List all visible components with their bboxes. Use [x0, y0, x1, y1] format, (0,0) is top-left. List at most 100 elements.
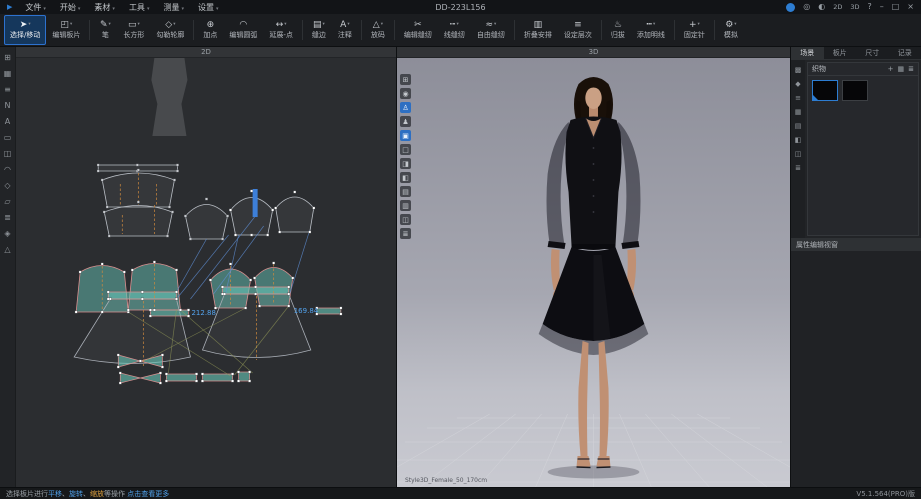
- menu-2[interactable]: 开始▾: [53, 2, 88, 13]
- 3d-viewport[interactable]: ⊞ ◉ ♙ ♟ ▣ □ ◨ ◧ ▤ ▥ ◫ ≣: [397, 58, 790, 487]
- tool-编辑缝纫[interactable]: ✂编辑缝纫: [398, 15, 438, 45]
- view-reset-tool[interactable]: ⊞: [400, 74, 411, 85]
- minimize-icon[interactable]: –: [880, 2, 884, 12]
- tool-自由缝纫[interactable]: ≈▾自由缝纫: [471, 15, 511, 45]
- tool-缝边[interactable]: ▤▾缝边: [306, 15, 332, 45]
- tool-选择/移动[interactable]: ➤▾选择/移动: [4, 15, 46, 45]
- tool-归拔[interactable]: ♨归拔: [605, 15, 631, 45]
- property-editor-body: [791, 251, 921, 487]
- layer-list-toggle[interactable]: ≣: [2, 212, 14, 223]
- tool-折叠安排[interactable]: ▥折叠安排: [518, 15, 558, 45]
- menu-4[interactable]: 工具▾: [122, 2, 157, 13]
- button-category[interactable]: ▦: [793, 107, 804, 117]
- tool-放码[interactable]: △▾放码: [365, 15, 391, 45]
- hardware-category[interactable]: ◫: [793, 149, 804, 159]
- pattern-piece[interactable]: [104, 206, 172, 237]
- measure-toggle[interactable]: △: [2, 244, 14, 255]
- simulate-play-icon[interactable]: ▶: [7, 3, 12, 11]
- tool-笔[interactable]: ✎▾笔: [93, 15, 117, 45]
- tool-模拟[interactable]: ⚙▾模拟: [718, 15, 744, 45]
- pan-tool[interactable]: ⊞: [2, 52, 14, 63]
- tool-线缝纫[interactable]: ┉▾线缝纫: [438, 15, 471, 45]
- grid-view-button[interactable]: ▦: [898, 65, 905, 73]
- tool-设定层次[interactable]: ≡设定层次: [558, 15, 598, 45]
- layer-display-toggle[interactable]: ◫: [400, 214, 411, 225]
- property-toggle[interactable]: ◈: [2, 228, 14, 239]
- list-toggle[interactable]: ≡: [2, 84, 14, 95]
- pattern-piece[interactable]: [185, 205, 227, 240]
- status-more-link[interactable]: 点击查看更多: [127, 489, 169, 499]
- pattern-piece[interactable]: [231, 198, 273, 236]
- menu-caret-icon: ▾: [43, 6, 46, 12]
- close-icon[interactable]: ×: [907, 2, 914, 12]
- notification-icon[interactable]: ◎: [803, 2, 810, 12]
- tool-勾勒轮廓[interactable]: ◇▾勾勒轮廓: [150, 15, 190, 45]
- dropdown-caret-icon: ▾: [173, 19, 175, 31]
- list-display-toggle[interactable]: ≣: [400, 228, 411, 239]
- menu-1[interactable]: 文件▾: [18, 2, 53, 13]
- color-category[interactable]: ◆: [793, 79, 804, 89]
- maximize-icon[interactable]: □: [892, 2, 900, 12]
- overlay-toggle[interactable]: ◫: [2, 148, 14, 159]
- pattern-piece[interactable]: [150, 310, 188, 316]
- tool-延展-点[interactable]: ↔▾延展-点: [263, 15, 299, 45]
- menu-6[interactable]: 设置▾: [191, 2, 226, 13]
- fabric-swatch-2[interactable]: [842, 80, 868, 101]
- pattern-piece[interactable]: [239, 372, 250, 381]
- tool-注释[interactable]: A▾注释: [332, 15, 358, 45]
- pattern-piece[interactable]: [140, 373, 160, 383]
- tool-固定针[interactable]: +▾固定针: [678, 15, 711, 45]
- pattern-piece[interactable]: [166, 374, 196, 381]
- pattern-piece[interactable]: [120, 373, 140, 383]
- fabric-category[interactable]: ▩: [793, 65, 804, 75]
- puckering-category[interactable]: ◧: [793, 135, 804, 145]
- notch-tool[interactable]: N: [2, 100, 14, 111]
- theme-icon[interactable]: ◐: [818, 2, 825, 12]
- 模拟-icon: ⚙▾: [725, 19, 736, 31]
- tab-记录[interactable]: 记录: [889, 47, 921, 59]
- tool-编辑圆弧[interactable]: ◠编辑圆弧: [223, 15, 263, 45]
- tool-长方形[interactable]: ▭▾长方形: [117, 15, 150, 45]
- seamline-toggle[interactable]: ◇: [2, 180, 14, 191]
- pin-display-toggle[interactable]: ◨: [400, 158, 411, 169]
- view-2d-toggle[interactable]: 2D: [833, 2, 842, 12]
- add-fabric-button[interactable]: +: [888, 65, 894, 73]
- pattern-ghost-toggle[interactable]: ▱: [2, 196, 14, 207]
- menu-3[interactable]: 素材▾: [87, 2, 122, 13]
- tab-场景[interactable]: 场景: [791, 47, 824, 59]
- pattern-piece[interactable]: [317, 308, 341, 314]
- garment-display-toggle[interactable]: ▣: [400, 130, 411, 141]
- selected-seam-segment[interactable]: [253, 189, 258, 217]
- help-icon[interactable]: ?: [867, 2, 871, 12]
- avatar-display-toggle[interactable]: ♙: [400, 102, 411, 113]
- tab-板片[interactable]: 板片: [824, 47, 857, 59]
- avatar-pose-tool[interactable]: ♟: [400, 116, 411, 127]
- mesh-display-toggle[interactable]: □: [400, 144, 411, 155]
- text-annotation-tool[interactable]: A: [2, 116, 14, 127]
- view-3d-toggle[interactable]: 3D: [850, 2, 859, 12]
- topstitch-category[interactable]: ▤: [793, 121, 804, 131]
- tool-添加明线[interactable]: ┅▾添加明线: [631, 15, 671, 45]
- grid-toggle[interactable]: ▦: [2, 68, 14, 79]
- tab-尺寸[interactable]: 尺寸: [856, 47, 889, 59]
- tool-加点[interactable]: ⊕加点: [197, 15, 223, 45]
- fabric-swatch-1[interactable]: [812, 80, 838, 101]
- pattern-piece[interactable]: [276, 197, 314, 232]
- show-avatar-toggle[interactable]: ◉: [400, 88, 411, 99]
- user-avatar[interactable]: [786, 3, 795, 12]
- menu-5[interactable]: 测量▾: [156, 2, 191, 13]
- stitch-display-toggle[interactable]: ▥: [400, 200, 411, 211]
- pattern-svg[interactable]: 212.88169.84: [16, 58, 396, 487]
- list-category[interactable]: ≣: [793, 163, 804, 173]
- rect-select-tool[interactable]: ▭: [2, 132, 14, 143]
- texture-display-toggle[interactable]: ▤: [400, 186, 411, 197]
- curve-display-toggle[interactable]: ◠: [2, 164, 14, 175]
- 2d-canvas[interactable]: 212.88169.84: [16, 58, 396, 487]
- seam-display-toggle[interactable]: ◧: [400, 172, 411, 183]
- list-view-button[interactable]: ≣: [908, 65, 914, 73]
- 3d-scene[interactable]: Style3D_Female_50_170cm: [397, 58, 790, 487]
- tool-编辑板片[interactable]: ◰▾编辑板片: [46, 15, 86, 45]
- trim-category[interactable]: ≡: [793, 93, 804, 103]
- pattern-piece[interactable]: [202, 374, 232, 381]
- dropdown-caret-icon: ▾: [734, 19, 736, 31]
